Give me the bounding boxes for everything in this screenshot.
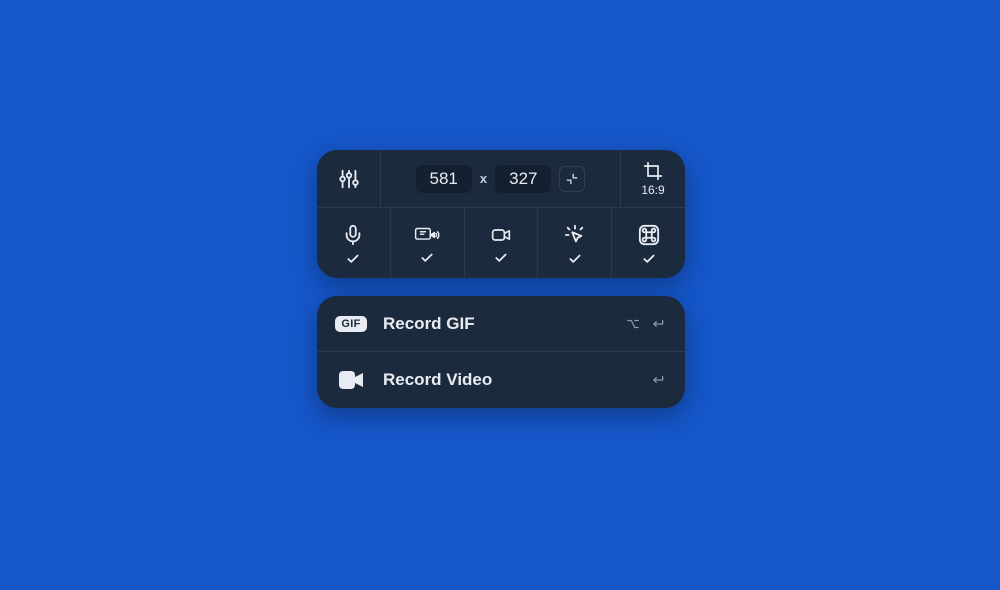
height-input[interactable]: 327 (495, 165, 551, 193)
check-icon (642, 252, 656, 266)
record-gif-button[interactable]: GIF Record GIF (317, 296, 685, 352)
video-icon (333, 371, 369, 389)
crop-icon (643, 161, 663, 181)
check-icon (568, 252, 582, 266)
fit-button[interactable] (559, 166, 585, 192)
dimensions-cell: 581 x 327 (381, 150, 621, 207)
check-icon (494, 251, 508, 265)
dimension-separator: x (480, 171, 487, 186)
aspect-ratio-label: 16:9 (641, 183, 664, 197)
aspect-ratio-button[interactable]: 16:9 (621, 150, 685, 207)
top-row: 581 x 327 16:9 (317, 150, 685, 208)
keystrokes-toggle[interactable] (612, 208, 685, 278)
cursor-highlight-toggle[interactable] (538, 208, 612, 278)
width-input[interactable]: 581 (416, 165, 472, 193)
video-shortcut (649, 373, 667, 387)
cursor-click-icon (564, 224, 586, 246)
check-icon (420, 251, 434, 265)
check-icon (346, 252, 360, 266)
record-video-label: Record Video (383, 370, 635, 390)
recording-settings-panel: 581 x 327 16:9 (317, 150, 685, 278)
sliders-icon (338, 168, 360, 190)
camera-toggle[interactable] (465, 208, 539, 278)
microphone-icon (342, 224, 364, 246)
system-audio-icon (414, 225, 440, 245)
microphone-toggle[interactable] (317, 208, 391, 278)
return-key-icon (649, 373, 667, 387)
option-key-icon (625, 317, 641, 331)
tools-row (317, 208, 685, 278)
collapse-icon (565, 172, 579, 186)
recording-actions-panel: GIF Record GIF Record Video (317, 296, 685, 408)
return-key-icon (649, 317, 667, 331)
system-audio-toggle[interactable] (391, 208, 465, 278)
camera-icon (489, 225, 513, 245)
gif-icon: GIF (333, 316, 369, 332)
record-video-button[interactable]: Record Video (317, 352, 685, 408)
record-gif-label: Record GIF (383, 314, 611, 334)
command-icon (638, 224, 660, 246)
settings-button[interactable] (317, 150, 381, 207)
gif-shortcut (625, 317, 667, 331)
